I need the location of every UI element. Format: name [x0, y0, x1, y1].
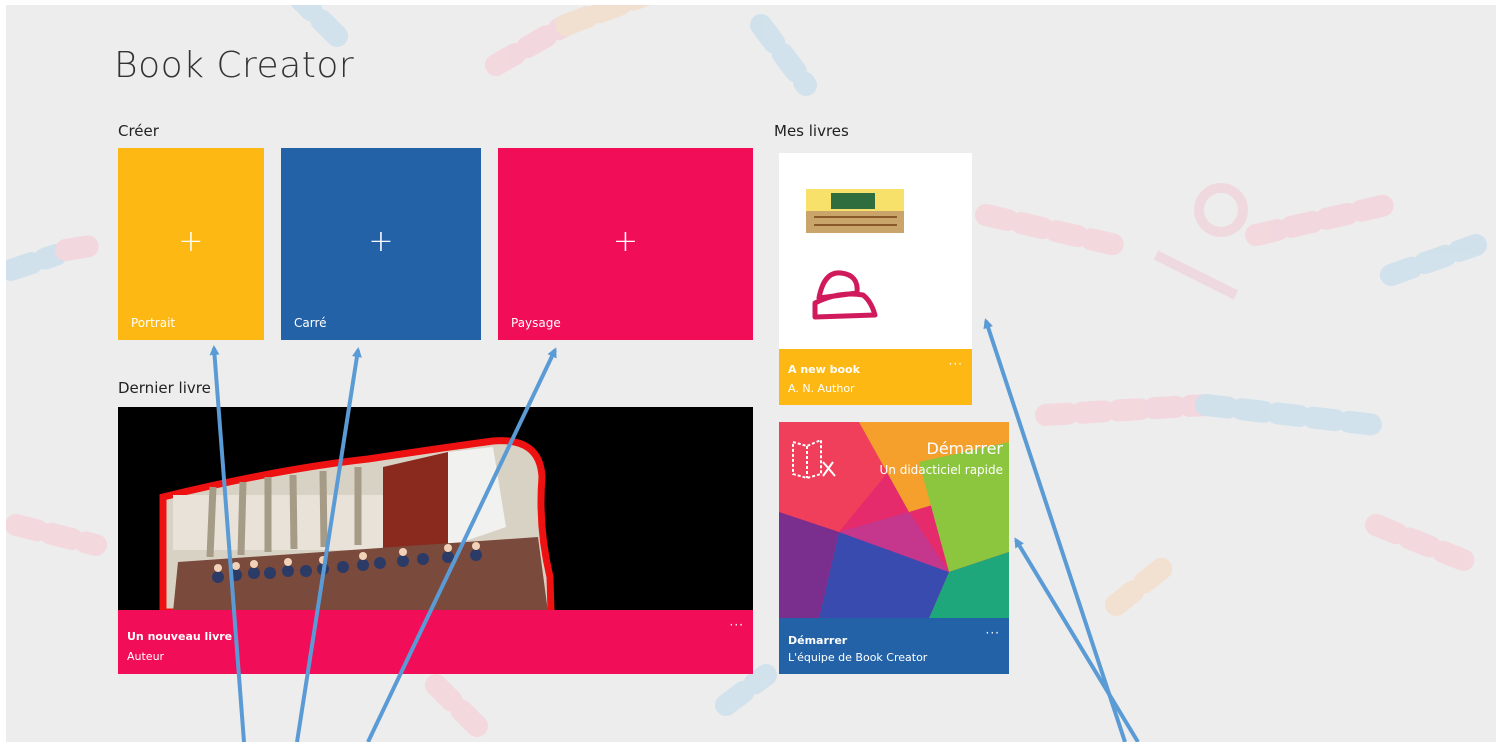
book-cover-image	[806, 189, 904, 320]
create-landscape-tile[interactable]: + Paysage	[498, 148, 753, 340]
app-window: Book Creator Créer + Portrait + Carré + …	[6, 5, 1496, 742]
create-portrait-tile[interactable]: + Portrait	[118, 148, 264, 340]
latest-book-cover-image	[159, 437, 555, 612]
create-square-tile[interactable]: + Carré	[281, 148, 481, 340]
tutorial-cover-subtitle: Un didacticiel rapide	[879, 463, 1003, 477]
tile-label: Paysage	[511, 316, 561, 330]
create-heading: Créer	[118, 122, 159, 140]
my-books-heading: Mes livres	[774, 122, 849, 140]
latest-book-title: Un nouveau livre	[127, 630, 233, 643]
tile-label: Carré	[294, 316, 327, 330]
tutorial-cover-heading: Démarrer	[926, 439, 1004, 458]
plus-icon: +	[612, 224, 639, 259]
more-options-icon[interactable]: ···	[986, 626, 1000, 640]
plus-icon: +	[178, 224, 204, 259]
book-tile-demarrer[interactable]: Démarrer Un didacticiel rapide Démarrer …	[779, 422, 1009, 674]
app-title: Book Creator	[114, 45, 355, 86]
more-options-icon[interactable]: ···	[949, 357, 963, 371]
book-author: L'équipe de Book Creator	[788, 651, 928, 664]
book-author: A. N. Author	[788, 382, 855, 395]
book-title: Démarrer	[788, 634, 848, 647]
latest-book-tile[interactable]: Un nouveau livre Auteur ···	[118, 407, 753, 674]
book-tile-a-new-book[interactable]: A new book A. N. Author ···	[779, 153, 972, 405]
book-info: A new book A. N. Author ···	[779, 349, 972, 405]
latest-book-author: Auteur	[127, 650, 165, 663]
book-info: Démarrer L'équipe de Book Creator ···	[779, 618, 1009, 674]
latest-heading: Dernier livre	[118, 379, 211, 397]
latest-book-info: Un nouveau livre Auteur ···	[118, 610, 753, 674]
more-options-icon[interactable]: ···	[730, 618, 744, 632]
tile-label: Portrait	[131, 316, 176, 330]
plus-icon: +	[368, 224, 394, 259]
book-title: A new book	[788, 363, 860, 376]
